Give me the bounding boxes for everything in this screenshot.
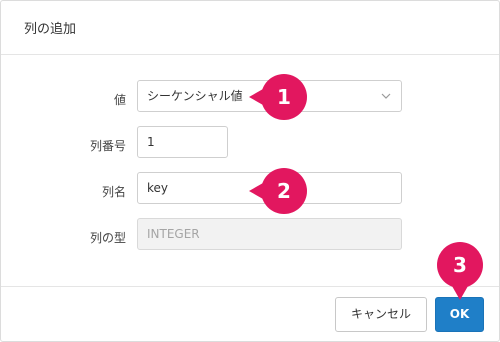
chevron-down-icon	[381, 93, 391, 99]
column-type-field: INTEGER	[137, 218, 402, 250]
annotation-badge-2: 2	[249, 168, 307, 214]
column-number-label: 列番号	[89, 139, 126, 153]
annotation-badge-3: 3	[437, 242, 483, 300]
annotation-badge-1: 1	[249, 74, 307, 120]
dialog-header: 列の追加	[1, 1, 499, 55]
value-select-text: シーケンシャル値	[147, 89, 243, 103]
dialog-title: 列の追加	[24, 22, 77, 37]
add-column-dialog: 列の追加 値 シーケンシャル値 列番号 1 列名 key 列の型 INTEGER	[0, 0, 500, 342]
value-label: 値	[113, 93, 126, 107]
column-type-label: 列の型	[89, 231, 126, 245]
column-number-input[interactable]: 1	[137, 126, 228, 158]
column-name-label: 列名	[101, 185, 126, 199]
ok-button[interactable]: OK	[435, 297, 484, 332]
cancel-button[interactable]: キャンセル	[335, 297, 427, 332]
